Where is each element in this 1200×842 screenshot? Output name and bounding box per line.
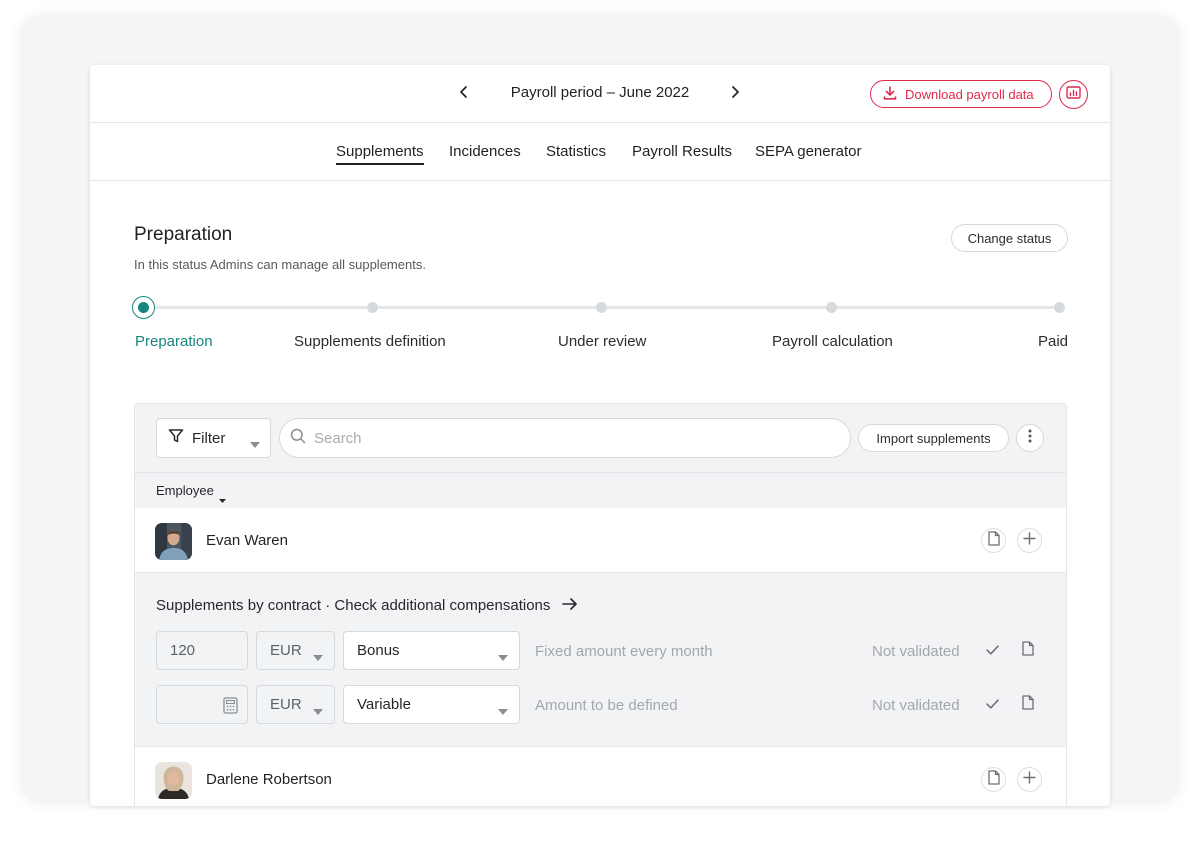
tab-statistics[interactable]: Statistics xyxy=(546,143,606,163)
chevron-down-icon xyxy=(250,435,260,452)
step-label-payroll-calculation: Payroll calculation xyxy=(772,333,893,350)
tab-sepa-generator[interactable]: SEPA generator xyxy=(755,143,861,163)
add-supplement-button[interactable] xyxy=(1017,528,1042,553)
period-navigator: Payroll period – June 2022 xyxy=(450,65,750,123)
validation-status: Not validated xyxy=(872,697,960,714)
step-label-preparation: Preparation xyxy=(135,333,213,350)
avatar xyxy=(155,762,192,799)
step-dot-under-review[interactable] xyxy=(596,302,607,313)
import-supplements-button[interactable]: Import supplements xyxy=(858,424,1009,452)
step-dot-preparation[interactable] xyxy=(132,296,155,319)
validate-button[interactable] xyxy=(980,693,1004,717)
validate-button[interactable] xyxy=(980,639,1004,663)
currency-value: EUR xyxy=(270,642,302,659)
supplement-type-value: Variable xyxy=(357,696,411,713)
validation-status: Not validated xyxy=(872,643,960,660)
supplements-by-contract-link[interactable]: Supplements by contract · Check addition… xyxy=(156,597,578,614)
statistics-button[interactable] xyxy=(1059,80,1088,109)
period-title: Payroll period – June 2022 xyxy=(510,84,690,101)
chevron-down-icon xyxy=(313,702,323,719)
amount-value: 120 xyxy=(170,642,196,659)
avatar xyxy=(155,523,192,560)
download-icon xyxy=(883,85,905,103)
step-label-paid: Paid xyxy=(1038,333,1069,350)
chevron-down-icon xyxy=(498,702,508,719)
documents-button[interactable] xyxy=(981,528,1006,553)
filter-icon xyxy=(168,428,184,448)
status-title: Preparation xyxy=(134,224,233,245)
table-column-header: Employee xyxy=(135,472,1066,509)
supplement-note: Fixed amount every month xyxy=(535,643,713,660)
amount-field[interactable] xyxy=(156,685,248,724)
step-label-under-review: Under review xyxy=(558,333,647,350)
chevron-right-icon xyxy=(730,85,740,104)
download-payroll-button[interactable]: Download payroll data xyxy=(870,80,1052,108)
supplements-panel-title: Supplements by contract · Check addition… xyxy=(156,597,551,614)
supplement-type-value: Bonus xyxy=(357,642,400,659)
step-dot-paid[interactable] xyxy=(1054,302,1065,313)
documents-button[interactable] xyxy=(981,767,1006,792)
supplements-table: Filter Import supplements Employee xyxy=(134,403,1067,806)
document-icon xyxy=(1022,695,1034,715)
chevron-down-icon xyxy=(313,648,323,665)
amount-field[interactable]: 120 xyxy=(156,631,248,670)
document-icon xyxy=(987,769,1000,790)
document-icon xyxy=(1022,641,1034,661)
add-supplement-button[interactable] xyxy=(1017,767,1042,792)
plus-icon xyxy=(1023,770,1036,789)
search-icon xyxy=(290,428,306,449)
payroll-card: Payroll period – June 2022 Download payr… xyxy=(90,65,1110,806)
arrow-right-icon xyxy=(550,597,578,614)
calculator-icon xyxy=(223,697,238,718)
supplements-panel: Supplements by contract · Check addition… xyxy=(135,573,1066,746)
tab-payroll-results[interactable]: Payroll Results xyxy=(632,143,732,163)
supplement-type-select[interactable]: Bonus xyxy=(343,631,520,670)
currency-select[interactable]: EUR xyxy=(256,685,335,724)
kebab-icon xyxy=(1028,429,1032,448)
sort-down-icon xyxy=(219,490,226,508)
next-period-button[interactable] xyxy=(722,81,748,107)
chevron-down-icon xyxy=(498,648,508,665)
change-status-button[interactable]: Change status xyxy=(951,224,1068,252)
tab-incidences[interactable]: Incidences xyxy=(449,143,521,163)
step-dot-payroll-calculation[interactable] xyxy=(826,302,837,313)
supplement-type-select[interactable]: Variable xyxy=(343,685,520,724)
check-icon xyxy=(985,642,999,660)
tab-bar: Supplements Incidences Statistics Payrol… xyxy=(90,123,1110,181)
top-bar: Payroll period – June 2022 Download payr… xyxy=(90,65,1110,123)
step-label-supplements-definition: Supplements definition xyxy=(294,333,446,350)
currency-select[interactable]: EUR xyxy=(256,631,335,670)
download-button-label: Download payroll data xyxy=(905,86,1034,102)
table-row[interactable]: Darlene Robertson xyxy=(135,746,1066,806)
table-row[interactable]: Evan Waren xyxy=(135,508,1066,573)
supplement-document-button[interactable] xyxy=(1016,639,1040,663)
check-icon xyxy=(985,696,999,714)
plus-icon xyxy=(1023,531,1036,550)
status-stepper: Preparation Supplements definition Under… xyxy=(132,295,1069,355)
search-input[interactable] xyxy=(314,429,834,447)
document-icon xyxy=(987,530,1000,551)
table-toolbar: Filter Import supplements xyxy=(135,404,1066,472)
employee-column-sort[interactable]: Employee xyxy=(156,483,214,498)
supplement-document-button[interactable] xyxy=(1016,693,1040,717)
search-field xyxy=(279,418,851,458)
status-description: In this status Admins can manage all sup… xyxy=(134,257,426,272)
supplement-note: Amount to be defined xyxy=(535,697,678,714)
employee-name: Evan Waren xyxy=(206,532,288,549)
step-dot-supplements-definition[interactable] xyxy=(367,302,378,313)
chart-icon xyxy=(1066,85,1081,104)
tab-supplements[interactable]: Supplements xyxy=(336,143,424,165)
filter-label: Filter xyxy=(192,429,226,447)
more-options-button[interactable] xyxy=(1016,424,1044,452)
employee-name: Darlene Robertson xyxy=(206,771,332,788)
currency-value: EUR xyxy=(270,696,302,713)
filter-button[interactable]: Filter xyxy=(156,418,271,458)
